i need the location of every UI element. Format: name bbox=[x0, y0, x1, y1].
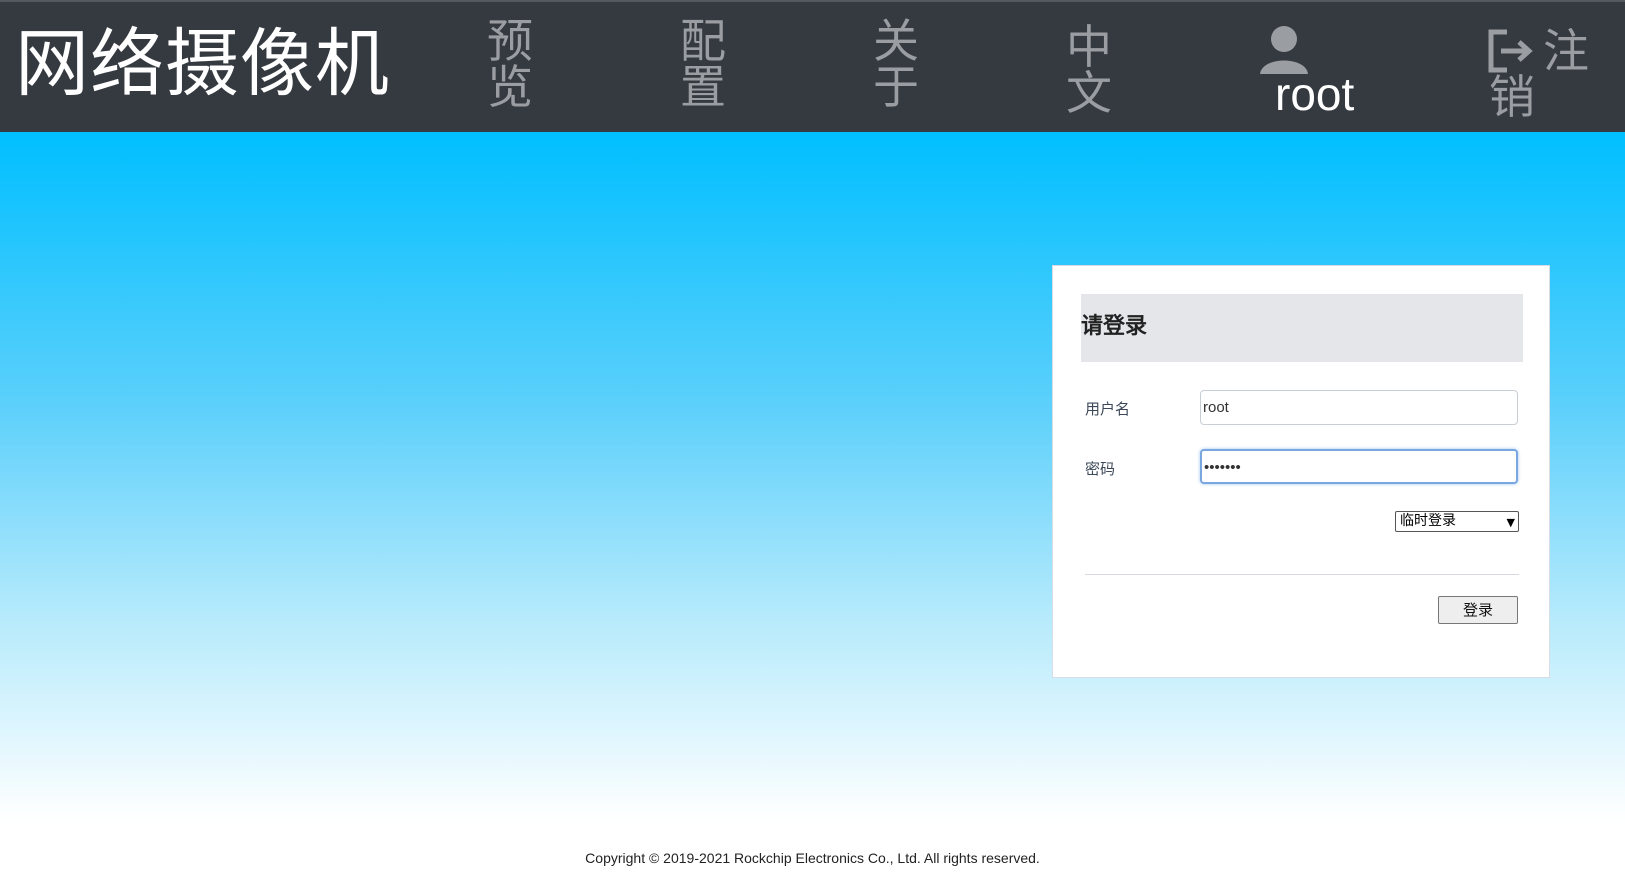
password-label: 密码 bbox=[1085, 460, 1116, 478]
footer-copyright: Copyright © 2019-2021 Rockchip Electroni… bbox=[585, 850, 1040, 866]
username-label: 用户名 bbox=[1085, 400, 1131, 418]
divider bbox=[1085, 574, 1519, 575]
login-card: 请登录 用户名 root 密码 ••••••• 临时登录 ▼ 登录 bbox=[1052, 265, 1550, 678]
login-card-header: 请登录 bbox=[1081, 294, 1523, 362]
logout-label-line2: 销 bbox=[1489, 70, 1535, 124]
login-mode-select[interactable]: 临时登录 ▼ bbox=[1395, 511, 1519, 532]
nav-about[interactable]: 关于 bbox=[872, 18, 920, 110]
top-navbar: 网络摄像机 预览 配置 关于 中文 root 注 销 bbox=[0, 0, 1625, 132]
logout-label-line1: 注 bbox=[1543, 24, 1589, 78]
login-button[interactable]: 登录 bbox=[1438, 596, 1518, 624]
nav-config[interactable]: 配置 bbox=[679, 18, 727, 110]
username-input[interactable]: root bbox=[1200, 390, 1518, 425]
login-mode-value: 临时登录 bbox=[1400, 513, 1456, 529]
logout-label: 注 销 bbox=[1489, 28, 1589, 120]
brand-title: 网络摄像机 bbox=[15, 21, 390, 107]
username-display: root bbox=[1275, 68, 1355, 120]
nav-preview[interactable]: 预览 bbox=[486, 18, 534, 110]
language-switch[interactable]: 中文 bbox=[1065, 24, 1113, 116]
logout-button[interactable]: 注 销 bbox=[1487, 22, 1607, 122]
chevron-down-icon: ▼ bbox=[1506, 516, 1515, 529]
user-menu[interactable]: root bbox=[1255, 24, 1365, 124]
password-input[interactable]: ••••••• bbox=[1200, 449, 1518, 484]
login-title: 请登录 bbox=[1081, 314, 1148, 339]
